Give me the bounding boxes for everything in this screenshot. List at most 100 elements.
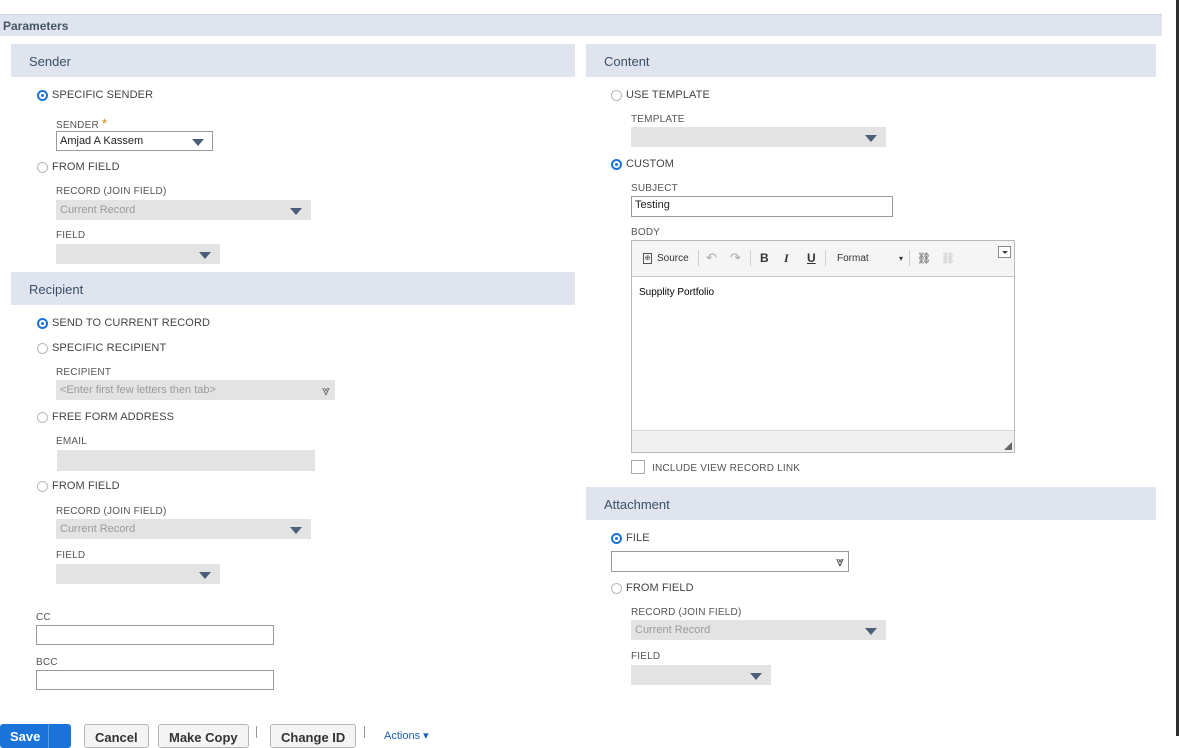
- template-label: TEMPLATE: [631, 114, 685, 125]
- required-mark: *: [101, 116, 108, 131]
- attachment-field-select[interactable]: [631, 665, 771, 685]
- recipient-from-field-option[interactable]: FROM FIELD: [37, 480, 120, 492]
- save-button[interactable]: Save: [0, 724, 71, 748]
- attachment-record-join-label: RECORD (JOIN FIELD): [631, 607, 742, 618]
- attachment-from-field-radio[interactable]: [611, 582, 622, 594]
- sender-field-select[interactable]: [56, 244, 220, 264]
- free-form-address-label: FREE FORM ADDRESS: [52, 411, 175, 423]
- unlink-icon: ⛓: [941, 252, 955, 265]
- email-input[interactable]: [57, 450, 315, 471]
- save-label: Save: [10, 729, 41, 744]
- recipient-record-join-value: Current Record: [60, 523, 136, 535]
- undo-icon: ↶: [706, 250, 717, 265]
- chevron-down-icon: [865, 628, 877, 635]
- specific-sender-radio[interactable]: [37, 89, 48, 101]
- subject-label: SUBJECT: [631, 183, 678, 194]
- free-form-address-option[interactable]: FREE FORM ADDRESS: [37, 411, 174, 423]
- attachment-from-field-label: FROM FIELD: [626, 582, 694, 594]
- link-button[interactable]: ⛓: [917, 249, 931, 267]
- recipient-from-field-radio[interactable]: [37, 480, 48, 492]
- bcc-input[interactable]: [36, 670, 274, 690]
- bold-button[interactable]: B: [760, 249, 769, 267]
- email-label: EMAIL: [56, 436, 88, 447]
- sender-from-field-radio[interactable]: [37, 161, 48, 173]
- toolbar-divider: [698, 250, 699, 266]
- recipient-field-field-label: FIELD: [56, 550, 86, 561]
- underline-button[interactable]: U: [807, 249, 816, 267]
- use-template-label: USE TEMPLATE: [626, 89, 710, 101]
- editor-body-text[interactable]: Supplity Portfolio: [639, 287, 714, 298]
- use-template-radio[interactable]: [611, 89, 622, 101]
- chevron-down-icon: [192, 139, 204, 146]
- resize-grip-icon[interactable]: [1004, 442, 1012, 450]
- specific-recipient-radio[interactable]: [37, 342, 48, 354]
- editor-footer: [632, 430, 1014, 452]
- chevron-down-icon: [199, 252, 211, 259]
- source-button[interactable]: ⊕ Source: [643, 249, 689, 267]
- specific-sender-label: SPECIFIC SENDER: [52, 89, 154, 101]
- chevron-down-icon: [199, 572, 211, 579]
- attachment-field-label: FIELD: [631, 651, 661, 662]
- custom-option[interactable]: CUSTOM: [611, 158, 674, 170]
- toolbar-divider: [909, 250, 910, 266]
- send-current-record-label: SEND TO CURRENT RECORD: [52, 317, 211, 329]
- send-current-record-option[interactable]: SEND TO CURRENT RECORD: [37, 317, 210, 329]
- source-icon: ⊕: [643, 252, 652, 264]
- sender-section-header: Sender: [11, 44, 575, 77]
- chevron-down-icon: [290, 208, 302, 215]
- file-select[interactable]: ⩔: [611, 551, 849, 572]
- recipient-field-select[interactable]: [56, 564, 220, 584]
- redo-icon: ↷: [730, 250, 741, 265]
- specific-sender-option[interactable]: SPECIFIC SENDER: [37, 89, 153, 101]
- body-rich-text-editor[interactable]: ⊕ Source ↶ ↷ B I U Format ▾ ⛓ ⛓ Supplity…: [631, 240, 1015, 453]
- recipient-select[interactable]: <Enter first few letters then tab> ⩔: [56, 380, 335, 400]
- specific-recipient-option[interactable]: SPECIFIC RECIPIENT: [37, 342, 166, 354]
- custom-label: CUSTOM: [626, 158, 675, 170]
- custom-radio[interactable]: [611, 158, 622, 170]
- undo-button[interactable]: ↶: [706, 249, 717, 267]
- attachment-record-join-value: Current Record: [635, 624, 711, 636]
- double-chevron-down-icon: ⩔: [836, 553, 844, 569]
- redo-button[interactable]: ↷: [730, 249, 741, 267]
- dropdown-arrow-icon: ▾: [898, 253, 903, 263]
- sender-record-join-select[interactable]: Current Record: [56, 200, 311, 220]
- italic-button[interactable]: I: [784, 249, 789, 267]
- attachment-from-field-option[interactable]: FROM FIELD: [611, 582, 694, 594]
- sender-from-field-label: FROM FIELD: [52, 161, 120, 173]
- save-menu-arrow[interactable]: [48, 724, 71, 748]
- toolbar-collapse-button[interactable]: [998, 246, 1011, 258]
- recipient-placeholder: <Enter first few letters then tab>: [60, 384, 216, 396]
- include-view-record-link-label: INCLUDE VIEW RECORD LINK: [652, 463, 801, 474]
- template-select[interactable]: [631, 127, 886, 147]
- send-current-record-radio[interactable]: [37, 317, 48, 329]
- cancel-button[interactable]: Cancel: [84, 724, 149, 748]
- recipient-record-join-label: RECORD (JOIN FIELD): [56, 506, 167, 517]
- free-form-address-radio[interactable]: [37, 411, 48, 423]
- make-copy-button[interactable]: Make Copy: [158, 724, 249, 748]
- sender-from-field-option[interactable]: FROM FIELD: [37, 161, 120, 173]
- recipient-section-header: Recipient: [11, 272, 575, 305]
- include-view-record-link-checkbox[interactable]: [631, 460, 645, 474]
- file-option[interactable]: FILE: [611, 532, 650, 544]
- cc-input[interactable]: [36, 625, 274, 645]
- subject-input[interactable]: Testing: [631, 196, 893, 217]
- format-label: Format: [837, 252, 869, 264]
- file-radio[interactable]: [611, 532, 622, 544]
- attachment-record-join-select[interactable]: Current Record: [631, 620, 886, 640]
- sender-label-text: SENDER: [56, 120, 99, 131]
- format-dropdown[interactable]: Format ▾: [837, 249, 903, 267]
- double-chevron-down-icon: ⩔: [322, 382, 330, 398]
- sender-select-value: Amjad A Kassem: [60, 135, 144, 147]
- button-divider: [256, 726, 257, 738]
- recipient-record-join-select[interactable]: Current Record: [56, 519, 311, 539]
- chevron-down-icon: [865, 135, 877, 142]
- source-label: Source: [657, 252, 689, 264]
- sender-select[interactable]: Amjad A Kassem: [56, 131, 213, 151]
- attachment-section-header: Attachment: [586, 487, 1156, 520]
- change-id-button[interactable]: Change ID: [270, 724, 357, 748]
- unlink-button[interactable]: ⛓: [941, 249, 955, 267]
- specific-recipient-label: SPECIFIC RECIPIENT: [52, 342, 167, 354]
- use-template-option[interactable]: USE TEMPLATE: [611, 89, 710, 101]
- sender-record-join-label: RECORD (JOIN FIELD): [56, 186, 167, 197]
- toolbar-divider: [750, 250, 751, 266]
